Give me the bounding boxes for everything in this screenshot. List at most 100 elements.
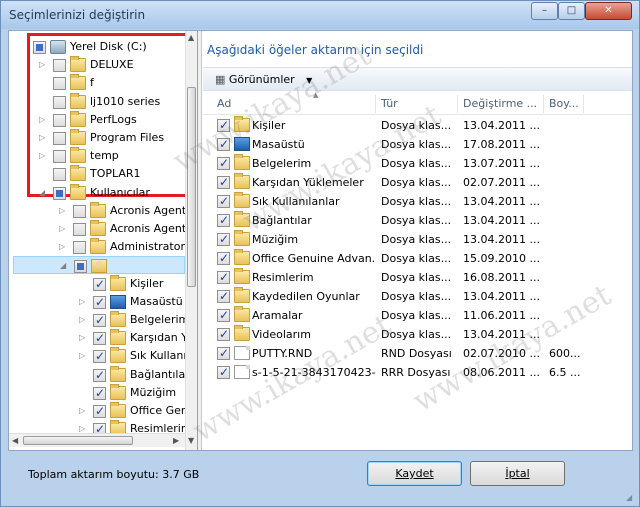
list-item[interactable]: Kaydedilen Oyunlar Dosya klas... 13.04.201… bbox=[203, 287, 632, 306]
tree-item[interactable]: ▷ Masaüstü bbox=[9, 293, 189, 311]
tree-item[interactable]: Kişiler bbox=[9, 274, 189, 293]
scroll-down-icon[interactable]: ▼ bbox=[188, 436, 194, 445]
tree-checkbox[interactable] bbox=[53, 113, 66, 127]
scroll-up-icon[interactable]: ▲ bbox=[188, 33, 194, 42]
tree-item[interactable]: ▷ Acronis Agent bbox=[9, 201, 189, 220]
tree-checkbox[interactable] bbox=[93, 368, 106, 382]
tree-checkbox[interactable] bbox=[93, 295, 106, 309]
tree-checkbox[interactable] bbox=[93, 313, 106, 327]
item-checkbox[interactable] bbox=[217, 308, 230, 322]
pane-splitter[interactable] bbox=[198, 31, 202, 450]
tree-item[interactable]: Yerel Disk (C:) bbox=[9, 38, 189, 56]
cancel-button[interactable]: İptal bbox=[470, 461, 565, 486]
expand-arrow-icon[interactable]: ▷ bbox=[39, 132, 48, 143]
item-checkbox[interactable] bbox=[217, 251, 230, 265]
expand-arrow-icon[interactable]: ▷ bbox=[79, 350, 88, 361]
tree-checkbox[interactable] bbox=[53, 186, 66, 200]
tree-checkbox[interactable] bbox=[93, 349, 106, 364]
title-bar[interactable]: Seçimlerinizi değiştirin – □ ✕ bbox=[1, 1, 639, 29]
tree-checkbox[interactable] bbox=[93, 386, 106, 400]
tree-horizontal-scroll-thumb[interactable] bbox=[23, 436, 133, 445]
scroll-left-icon[interactable]: ◀ bbox=[12, 436, 18, 445]
expand-arrow-icon[interactable]: ▷ bbox=[79, 405, 88, 416]
expand-arrow-icon[interactable]: ▷ bbox=[59, 223, 68, 234]
list-item[interactable]: Bağlantılar Dosya klas... 13.04.2011 ... bbox=[203, 211, 632, 230]
list-item[interactable]: Masaüstü Dosya klas... 17.08.2011 ... bbox=[203, 135, 632, 154]
tree-item[interactable]: Müziğim bbox=[9, 383, 189, 402]
column-divider[interactable] bbox=[543, 95, 544, 113]
tree-item[interactable]: ▷ Program Files bbox=[9, 129, 189, 147]
tree-checkbox[interactable] bbox=[74, 260, 87, 274]
item-checkbox[interactable] bbox=[217, 156, 230, 170]
item-checkbox[interactable] bbox=[217, 327, 230, 341]
list-item[interactable]: Aramalar Dosya klas... 11.06.2011 ... bbox=[203, 306, 632, 325]
save-button[interactable]: Kaydet bbox=[367, 461, 462, 486]
tree-item[interactable]: ▷ Belgelerim bbox=[9, 311, 189, 329]
expand-arrow-icon[interactable]: ▷ bbox=[79, 314, 88, 325]
column-size[interactable]: Boy... bbox=[549, 97, 579, 110]
tree-checkbox[interactable] bbox=[53, 168, 66, 182]
list-item[interactable]: Resimlerim Dosya klas... 16.08.2011 ... bbox=[203, 268, 632, 287]
tree-checkbox[interactable] bbox=[53, 150, 66, 164]
tree-item[interactable]: ▷ Karşıdan Y bbox=[9, 329, 189, 347]
item-checkbox[interactable] bbox=[217, 289, 230, 303]
expand-arrow-icon[interactable]: ▷ bbox=[59, 241, 68, 252]
expand-arrow-icon[interactable]: ◢ bbox=[60, 260, 69, 271]
item-checkbox[interactable] bbox=[217, 365, 230, 379]
tree-item[interactable]: ◢ bbox=[13, 256, 185, 275]
expand-arrow-icon[interactable]: ▷ bbox=[59, 205, 68, 216]
scroll-right-icon[interactable]: ▶ bbox=[173, 436, 179, 445]
item-checkbox[interactable] bbox=[217, 194, 230, 208]
tree-checkbox[interactable] bbox=[53, 77, 66, 91]
expand-arrow-icon[interactable]: ◢ bbox=[39, 187, 48, 198]
item-checkbox[interactable] bbox=[217, 137, 230, 151]
tree-checkbox[interactable] bbox=[53, 132, 66, 145]
tree-item[interactable]: ◢ Kullanıcılar bbox=[9, 183, 189, 202]
tree-vertical-scrollbar[interactable]: ▲ ▼ bbox=[185, 31, 197, 450]
tree-item[interactable]: Bağlantılar bbox=[9, 365, 190, 384]
list-item[interactable]: Karşıdan Yüklemeler Dosya klas... 02.07.20… bbox=[203, 173, 632, 192]
expand-arrow-icon[interactable]: ▷ bbox=[39, 114, 48, 125]
list-item[interactable]: Müziğim Dosya klas... 13.04.2011 ... bbox=[203, 230, 632, 249]
column-divider[interactable] bbox=[375, 95, 376, 113]
tree-item[interactable]: ▷ DELUXE bbox=[9, 56, 189, 74]
views-button[interactable]: ▦ Görünümler ▼ bbox=[209, 71, 318, 89]
list-item[interactable]: s-1-5-21-3843170423-... RRR Dosyası 08.06.… bbox=[203, 363, 632, 382]
expand-arrow-icon[interactable]: ▷ bbox=[39, 59, 48, 70]
tree-item[interactable]: ▷ Acronis Agent bbox=[9, 220, 189, 238]
tree-checkbox[interactable] bbox=[93, 331, 106, 346]
tree-checkbox[interactable] bbox=[53, 59, 66, 73]
list-item[interactable]: Belgelerim Dosya klas... 13.07.2011 ... bbox=[203, 154, 632, 173]
column-divider[interactable] bbox=[583, 95, 584, 113]
list-item[interactable]: PUTTY.RND RND Dosyası 02.07.2010 ... 600... bbox=[203, 344, 632, 363]
expand-arrow-icon[interactable]: ▷ bbox=[39, 150, 48, 161]
list-item[interactable]: Videolarım Dosya klas... 13.04.2011 ... bbox=[203, 325, 632, 344]
tree-checkbox[interactable] bbox=[93, 404, 106, 418]
tree-item[interactable]: lj1010 series bbox=[9, 92, 189, 111]
item-checkbox[interactable] bbox=[217, 270, 230, 284]
tree-item[interactable]: TOPLAR1 bbox=[9, 165, 189, 183]
item-checkbox[interactable] bbox=[217, 118, 230, 132]
list-item[interactable]: Sık Kullanılanlar Dosya klas... 13.04.2011… bbox=[203, 192, 632, 211]
tree-checkbox[interactable] bbox=[73, 204, 86, 218]
column-modified[interactable]: Değiştirme ... bbox=[463, 97, 537, 110]
item-checkbox[interactable] bbox=[217, 213, 230, 227]
list-item[interactable]: Office Genuine Advan... Dosya klas... 15.0… bbox=[203, 249, 632, 268]
close-button[interactable]: ✕ bbox=[585, 2, 632, 20]
column-name[interactable]: Ad bbox=[217, 97, 231, 110]
column-divider[interactable] bbox=[457, 95, 458, 113]
tree-checkbox[interactable] bbox=[93, 277, 106, 291]
tree-item[interactable]: ▷ Office Gen bbox=[9, 402, 189, 420]
tree-item[interactable]: ▷ PerfLogs bbox=[9, 110, 189, 129]
resize-grip-icon[interactable]: ◢ bbox=[626, 493, 636, 503]
expand-arrow-icon[interactable]: ▷ bbox=[79, 332, 88, 343]
tree-item[interactable]: ▷ Administrator bbox=[9, 238, 189, 256]
item-checkbox[interactable] bbox=[217, 232, 230, 246]
expand-arrow-icon[interactable]: ▷ bbox=[79, 296, 88, 307]
tree-checkbox[interactable] bbox=[73, 223, 86, 236]
minimize-button[interactable]: – bbox=[531, 2, 558, 20]
tree-horizontal-scrollbar[interactable]: ◀ ▶ bbox=[9, 433, 185, 447]
tree-item[interactable]: ▷ Sık Kullanı bbox=[9, 347, 189, 365]
item-checkbox[interactable] bbox=[217, 346, 230, 360]
tree-checkbox[interactable] bbox=[53, 95, 66, 109]
